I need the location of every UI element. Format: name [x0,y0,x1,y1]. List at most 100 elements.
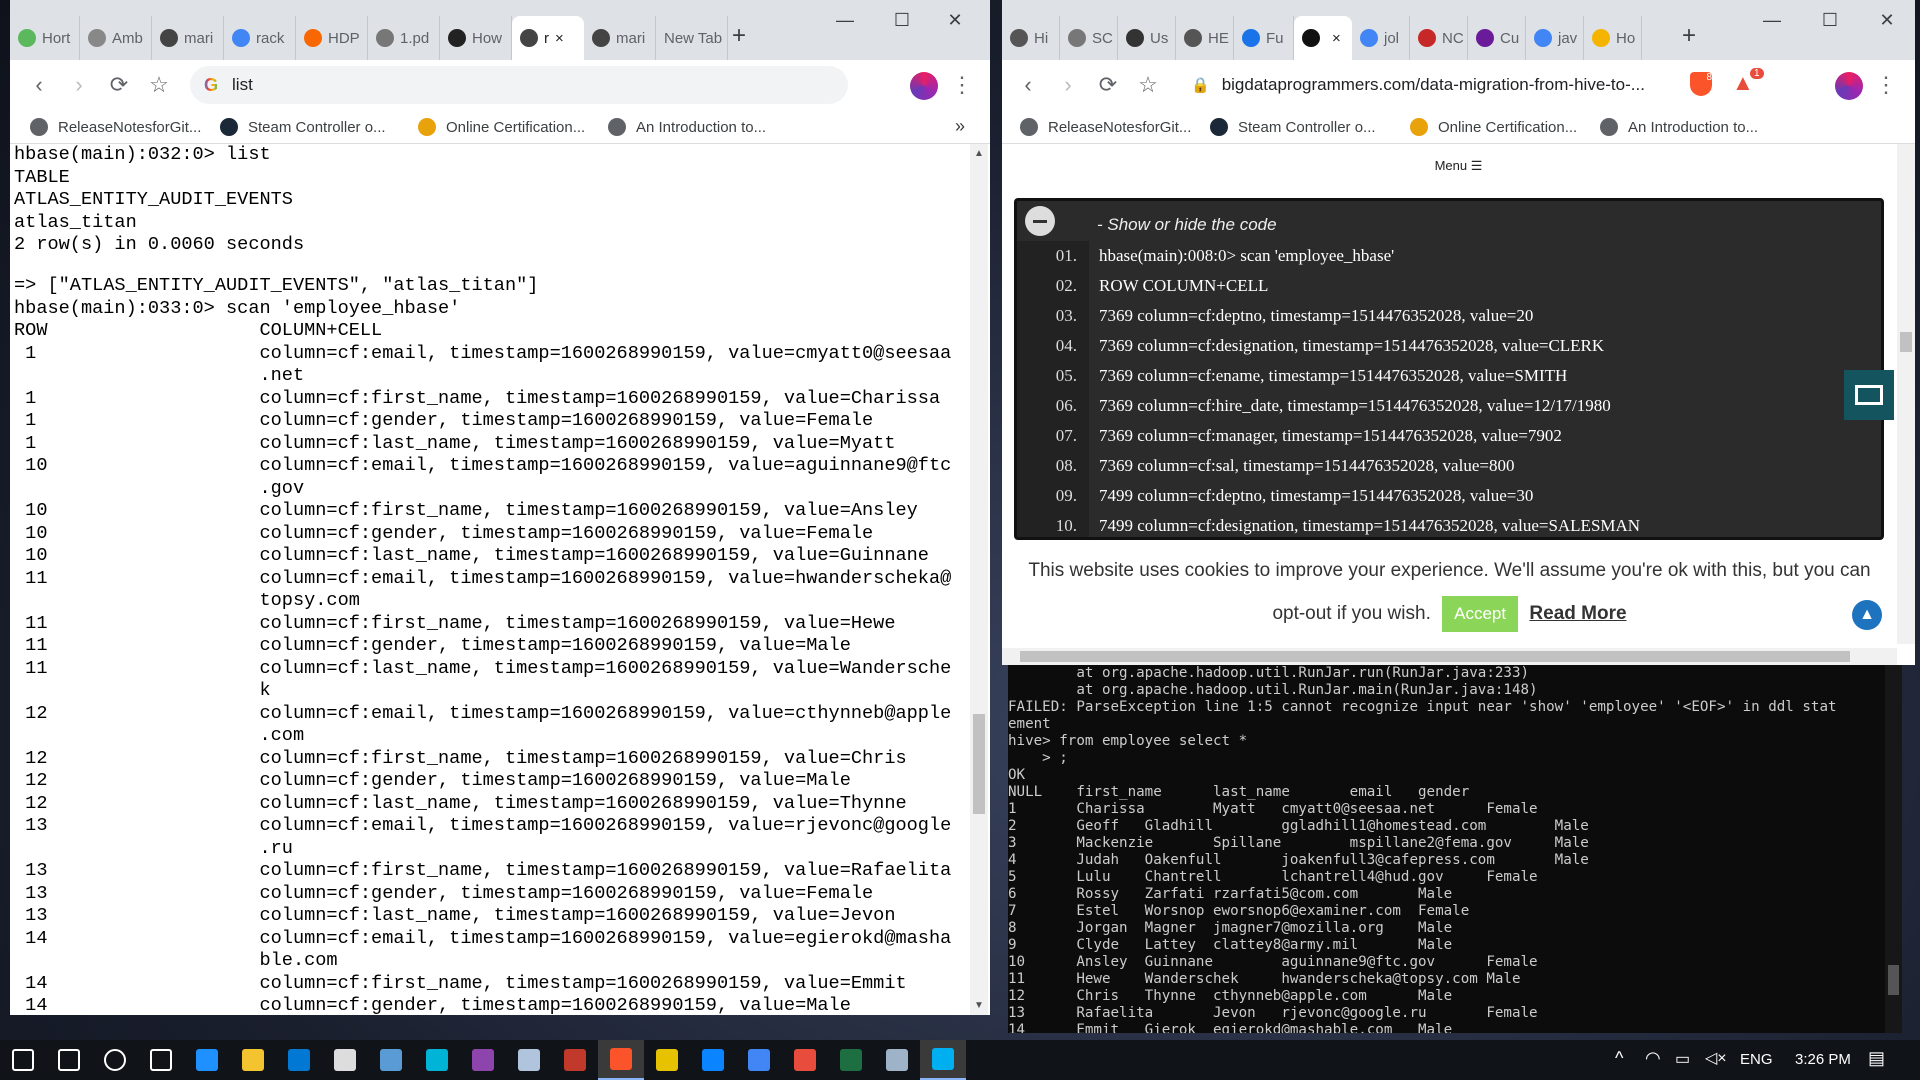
minimize-button[interactable]: — [1752,10,1792,31]
scroll-up-icon[interactable]: ▲ [970,148,988,159]
tab-9[interactable]: jav [1526,16,1584,60]
bookmark-icon[interactable]: ☆ [145,72,173,98]
bookmark-item[interactable]: ReleaseNotesforGit... [30,118,201,136]
tab-1[interactable]: Amb [80,16,152,60]
minimize-button[interactable]: — [825,10,865,31]
scroll-thumb[interactable] [1888,965,1899,995]
bookmark-item[interactable]: An Introduction to... [1600,118,1758,136]
page-scrollbar[interactable] [1897,144,1915,644]
close-window-button[interactable]: ✕ [1867,10,1907,31]
tab-1[interactable]: SC [1060,16,1118,60]
battery-icon[interactable]: ▭ [1675,1049,1690,1069]
file-explorer-icon[interactable] [230,1040,276,1080]
tab-6[interactable]: How [440,16,512,60]
tab-4[interactable]: Fu [1234,16,1294,60]
tab-8[interactable]: Cu [1468,16,1526,60]
brave-icon[interactable] [598,1040,644,1080]
profile-avatar[interactable] [910,72,938,100]
back-icon[interactable]: ‹ [1014,72,1042,98]
reload-icon[interactable]: ⟳ [105,72,133,98]
maximize-button[interactable]: ☐ [1810,10,1850,31]
filezilla-icon[interactable] [552,1040,598,1080]
tab-5[interactable]: × [1294,16,1352,60]
address-bar[interactable]: G list [190,66,848,104]
new-tab-button[interactable]: + [732,22,746,50]
close-tab-icon[interactable]: × [555,30,564,47]
start-icon[interactable] [0,1040,46,1080]
toggle-code-button[interactable] [1025,206,1055,236]
ide-icon[interactable] [414,1040,460,1080]
read-more-link[interactable]: Read More [1529,603,1626,624]
forward-icon[interactable]: › [1054,72,1082,98]
scroll-thumb-horizontal[interactable] [1020,651,1850,662]
cloud-icon[interactable] [782,1040,828,1080]
photos-icon[interactable] [690,1040,736,1080]
code-toggle-label[interactable]: - Show or hide the code [1097,215,1277,235]
bookmarks-more-icon[interactable]: » [955,116,965,137]
tab-3[interactable]: rack [224,16,296,60]
search-icon[interactable] [46,1040,92,1080]
bookmark-item[interactable]: Steam Controller o... [220,118,386,136]
volume-icon[interactable]: ◁× [1705,1048,1727,1068]
bookmark-item[interactable]: Online Certification... [418,118,585,136]
scroll-down-icon[interactable]: ▼ [970,1000,988,1011]
remote-icon[interactable] [368,1040,414,1080]
tab-9[interactable]: New Tab [656,16,728,60]
tab-0[interactable]: Hi [1002,16,1060,60]
tab-2[interactable]: Us [1118,16,1176,60]
bookmark-item[interactable]: Online Certification... [1410,118,1577,136]
brave-shield-icon[interactable]: 8 [1690,72,1712,96]
scroll-thumb[interactable] [973,714,985,814]
console-scrollbar[interactable] [1885,665,1902,1033]
close-window-button[interactable]: ✕ [935,10,975,31]
tab-5[interactable]: 1.pd [368,16,440,60]
menu-icon[interactable]: ⋮ [948,72,976,98]
screen-icon[interactable] [874,1040,920,1080]
store-icon[interactable] [322,1040,368,1080]
horizontal-scrollbar[interactable] [1002,648,1897,665]
language-indicator[interactable]: ENG [1740,1051,1773,1068]
tab-7[interactable]: NC [1410,16,1468,60]
tab-0[interactable]: Hort [10,16,80,60]
git-icon[interactable] [644,1040,690,1080]
accept-cookies-button[interactable]: Accept [1442,596,1519,632]
excel-icon[interactable] [828,1040,874,1080]
tab-7[interactable]: r × [512,16,584,60]
cortana-icon[interactable] [92,1040,138,1080]
bookmark-item[interactable]: An Introduction to... [608,118,766,136]
forward-icon[interactable]: › [65,72,93,98]
hbase-shell-output[interactable]: hbase(main):032:0> list TABLE ATLAS_ENTITY… [14,144,970,1015]
menu-icon[interactable]: ⋮ [1872,72,1900,98]
scroll-to-top-button[interactable]: ▲ [1852,600,1882,630]
task-view-icon[interactable] [138,1040,184,1080]
site-menu-button[interactable]: Menu ☰ [1002,158,1915,174]
wifi-icon[interactable]: ◠ [1645,1048,1661,1069]
address-bar[interactable]: 🔒 bigdataprogrammers.com/data-migration-… [1177,66,1667,104]
bookmark-icon[interactable]: ☆ [1134,72,1162,98]
tab-10[interactable]: Ho [1584,16,1642,60]
tab-3[interactable]: HE [1176,16,1234,60]
tab-2[interactable]: mari [152,16,224,60]
profile-avatar[interactable] [1835,72,1863,100]
email-subscribe-button[interactable] [1844,370,1894,420]
hive-console-output[interactable]: at org.apache.hadoop.util.RunJar.run(Run… [1008,665,1885,1033]
bookmark-item[interactable]: ReleaseNotesforGit... [1020,118,1191,136]
virtualbox-icon[interactable] [506,1040,552,1080]
notifications-icon[interactable]: ▤ [1868,1048,1885,1069]
back-icon[interactable]: ‹ [25,72,53,98]
maximize-button[interactable]: ☐ [882,10,922,31]
chrome-icon[interactable] [736,1040,782,1080]
new-tab-button[interactable]: + [1682,22,1696,50]
tab-8[interactable]: mari [584,16,656,60]
clock[interactable]: 3:26 PM [1795,1051,1851,1068]
edge-icon[interactable] [184,1040,230,1080]
scroll-thumb[interactable] [1900,332,1912,352]
reload-icon[interactable]: ⟳ [1094,72,1122,98]
skype-icon[interactable] [920,1040,966,1080]
terminal-scrollbar[interactable]: ▲ ▼ [970,144,988,1015]
tab-6[interactable]: jol [1352,16,1410,60]
close-tab-icon[interactable]: × [1332,30,1341,47]
mail-icon[interactable] [276,1040,322,1080]
bookmark-item[interactable]: Steam Controller o... [1210,118,1376,136]
show-hidden-icons[interactable]: ^ [1615,1048,1623,1069]
